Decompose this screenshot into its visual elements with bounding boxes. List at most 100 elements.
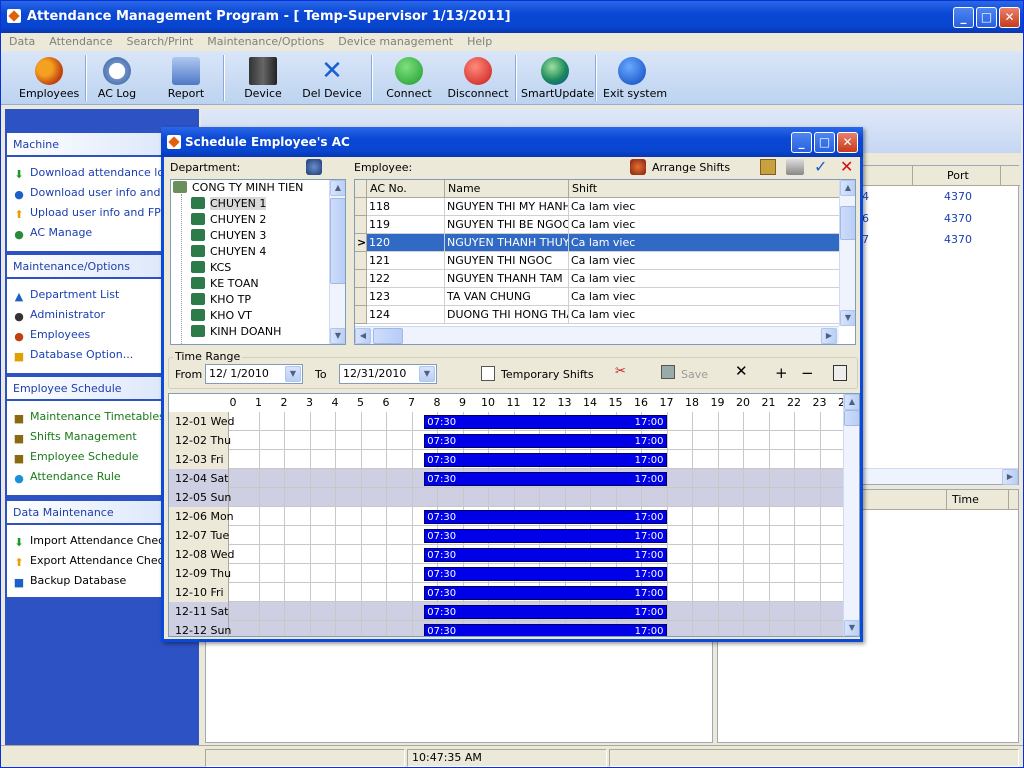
zoom-out-button[interactable]: − — [801, 364, 814, 382]
device-button[interactable]: Device — [237, 53, 289, 103]
shift-bar[interactable]: 07:30 17:00 — [424, 586, 667, 600]
schedule-row[interactable]: 12-02 Thu 07:30 17:00 — [169, 431, 846, 450]
menu-attendance[interactable]: Attendance — [41, 33, 118, 48]
shift-bar[interactable]: 07:30 17:00 — [424, 605, 667, 619]
delete-shift-icon[interactable]: ✂ — [615, 364, 626, 379]
menu-search-print[interactable]: Search/Print — [118, 33, 199, 48]
temporary-shifts-button[interactable]: Temporary Shifts — [501, 368, 594, 381]
shift-bar[interactable]: 07:30 17:00 — [424, 529, 667, 543]
schedule-row[interactable]: 12-11 Sat 07:30 17:00 — [169, 602, 846, 621]
maximize-button[interactable]: □ — [976, 7, 997, 28]
shift-bar[interactable]: 07:30 17:00 — [424, 548, 667, 562]
horizontal-scrollbar[interactable]: ▶ — [862, 468, 1018, 485]
tree-node[interactable]: KHO TP — [191, 292, 251, 308]
scroll-up-arrow[interactable]: ▲ — [844, 394, 859, 410]
close-button[interactable]: ✕ — [999, 7, 1020, 28]
tree-node[interactable]: CHUYEN 1 — [191, 196, 267, 212]
table-row[interactable]: 118 NGUYEN THI MY HANH Ca lam viec — [355, 198, 841, 216]
schedule-row[interactable]: 12-10 Fri 07:30 17:00 — [169, 583, 846, 602]
schedule-row[interactable]: 12-09 Thu 07:30 17:00 — [169, 564, 846, 583]
chevron-down-icon[interactable]: ▼ — [285, 366, 301, 382]
chevron-down-icon[interactable]: ▼ — [419, 366, 435, 382]
table-row[interactable]: 119 NGUYEN THI BE NGOC Ca lam viec — [355, 216, 841, 234]
scroll-right-arrow[interactable]: ▶ — [1002, 469, 1018, 485]
connect-button[interactable]: Connect — [385, 53, 433, 103]
table-row[interactable]: 124 DUONG THI HONG THA Ca lam viec — [355, 306, 841, 324]
table-row[interactable]: 123 TA VAN CHUNG Ca lam viec — [355, 288, 841, 306]
clear-x-icon[interactable]: ✕ — [735, 362, 748, 380]
department-search-icon[interactable] — [306, 159, 322, 175]
report-button[interactable]: Report — [163, 53, 209, 103]
exit-system-button[interactable]: Exit system — [603, 53, 667, 103]
tree-scrollbar[interactable]: ▲ ▼ — [329, 180, 345, 344]
tree-node[interactable]: CHUYEN 3 — [191, 228, 266, 244]
scroll-up-arrow[interactable]: ▲ — [330, 180, 345, 196]
schedule-row[interactable]: 12-06 Mon 07:30 17:00 — [169, 507, 846, 526]
employees-button[interactable]: Employees — [19, 53, 79, 103]
del-device-button[interactable]: ✕ Del Device — [301, 53, 363, 103]
disconnect-button[interactable]: Disconnect — [447, 53, 509, 103]
tree-node[interactable]: CHUYEN 2 — [191, 212, 266, 228]
scroll-up-arrow[interactable]: ▲ — [840, 180, 855, 196]
smartupdate-button[interactable]: SmartUpdate — [521, 53, 594, 103]
shift-bar[interactable]: 07:30 17:00 — [424, 567, 667, 581]
dialog-close-button[interactable]: ✕ — [837, 132, 858, 153]
tree-node[interactable]: KCS — [191, 260, 231, 276]
shift-bar[interactable]: 07:30 17:00 — [424, 472, 667, 486]
schedule-row[interactable]: 12-07 Tue 07:30 17:00 — [169, 526, 846, 545]
save-button[interactable]: Save — [681, 368, 708, 381]
scroll-thumb[interactable] — [373, 328, 403, 344]
scroll-right-arrow[interactable]: ▶ — [821, 328, 837, 344]
from-date-picker[interactable]: 12/ 1/2010 ▼ — [205, 364, 303, 384]
shift-bar[interactable]: 07:30 17:00 — [424, 453, 667, 467]
scroll-down-arrow[interactable]: ▼ — [330, 328, 345, 344]
tree-node[interactable]: CHUYEN 4 — [191, 244, 266, 260]
table-row[interactable]: 121 NGUYEN THI NGOC Ca lam viec — [355, 252, 841, 270]
menu-maintenance-options[interactable]: Maintenance/Options — [199, 33, 330, 48]
scroll-thumb[interactable] — [844, 410, 859, 426]
ac-no-header[interactable]: AC No. — [367, 180, 445, 198]
fit-icon[interactable] — [833, 365, 847, 381]
power-icon — [618, 57, 646, 85]
shift-bar[interactable]: 07:30 17:00 — [424, 624, 667, 636]
tree-node[interactable]: KE TOAN — [191, 276, 259, 292]
scroll-down-arrow[interactable]: ▼ — [844, 620, 859, 636]
arrange-shifts-button[interactable]: Arrange Shifts — [652, 161, 730, 174]
minimize-button[interactable]: _ — [953, 7, 974, 28]
tree-node-root[interactable]: CONG TY MINH TIEN — [173, 180, 303, 196]
name-header[interactable]: Name — [445, 180, 569, 198]
schedule-row[interactable]: 12-03 Fri 07:30 17:00 — [169, 450, 846, 469]
schedule-scrollbar[interactable]: ▲ ▼ — [843, 394, 859, 636]
ac-log-button[interactable]: AC Log — [93, 53, 141, 103]
confirm-check-icon[interactable]: ✓ — [814, 157, 827, 176]
to-date-picker[interactable]: 12/31/2010 ▼ — [339, 364, 437, 384]
scroll-thumb[interactable] — [330, 198, 345, 284]
tree-node[interactable]: KHO VT — [191, 308, 252, 324]
schedule-row[interactable]: 12-04 Sat 07:30 17:00 — [169, 469, 846, 488]
grid-horizontal-scrollbar[interactable]: ◀ ▶ — [355, 326, 839, 344]
schedule-row[interactable]: 12-05 Sun — [169, 488, 846, 507]
menu-help[interactable]: Help — [459, 33, 498, 48]
dialog-maximize-button[interactable]: □ — [814, 132, 835, 153]
shift-bar[interactable]: 07:30 17:00 — [424, 415, 667, 429]
shift-header[interactable]: Shift — [569, 180, 841, 198]
cancel-x-icon[interactable]: ✕ — [840, 157, 853, 176]
print-icon[interactable] — [786, 159, 804, 175]
menu-data[interactable]: Data — [1, 33, 41, 48]
schedule-row[interactable]: 12-08 Wed 07:30 17:00 — [169, 545, 846, 564]
grid-vertical-scrollbar[interactable]: ▲ ▼ — [839, 180, 855, 326]
export-icon[interactable] — [760, 159, 776, 175]
dialog-minimize-button[interactable]: _ — [791, 132, 812, 153]
shift-bar[interactable]: 07:30 17:00 — [424, 434, 667, 448]
schedule-row[interactable]: 12-12 Sun 07:30 17:00 — [169, 621, 846, 636]
zoom-in-button[interactable]: + — [775, 364, 788, 382]
scroll-thumb[interactable] — [840, 206, 855, 240]
scroll-left-arrow[interactable]: ◀ — [355, 328, 371, 344]
table-row-selected[interactable]: >120 NGUYEN THANH THUY Ca lam viec — [355, 234, 841, 252]
schedule-row[interactable]: 12-01 Wed 07:30 17:00 — [169, 412, 846, 431]
menu-device-management[interactable]: Device management — [330, 33, 459, 48]
shift-bar[interactable]: 07:30 17:00 — [424, 510, 667, 524]
scroll-down-arrow[interactable]: ▼ — [840, 310, 855, 326]
table-row[interactable]: 122 NGUYEN THANH TAM Ca lam viec — [355, 270, 841, 288]
tree-node[interactable]: KINH DOANH — [191, 324, 281, 340]
